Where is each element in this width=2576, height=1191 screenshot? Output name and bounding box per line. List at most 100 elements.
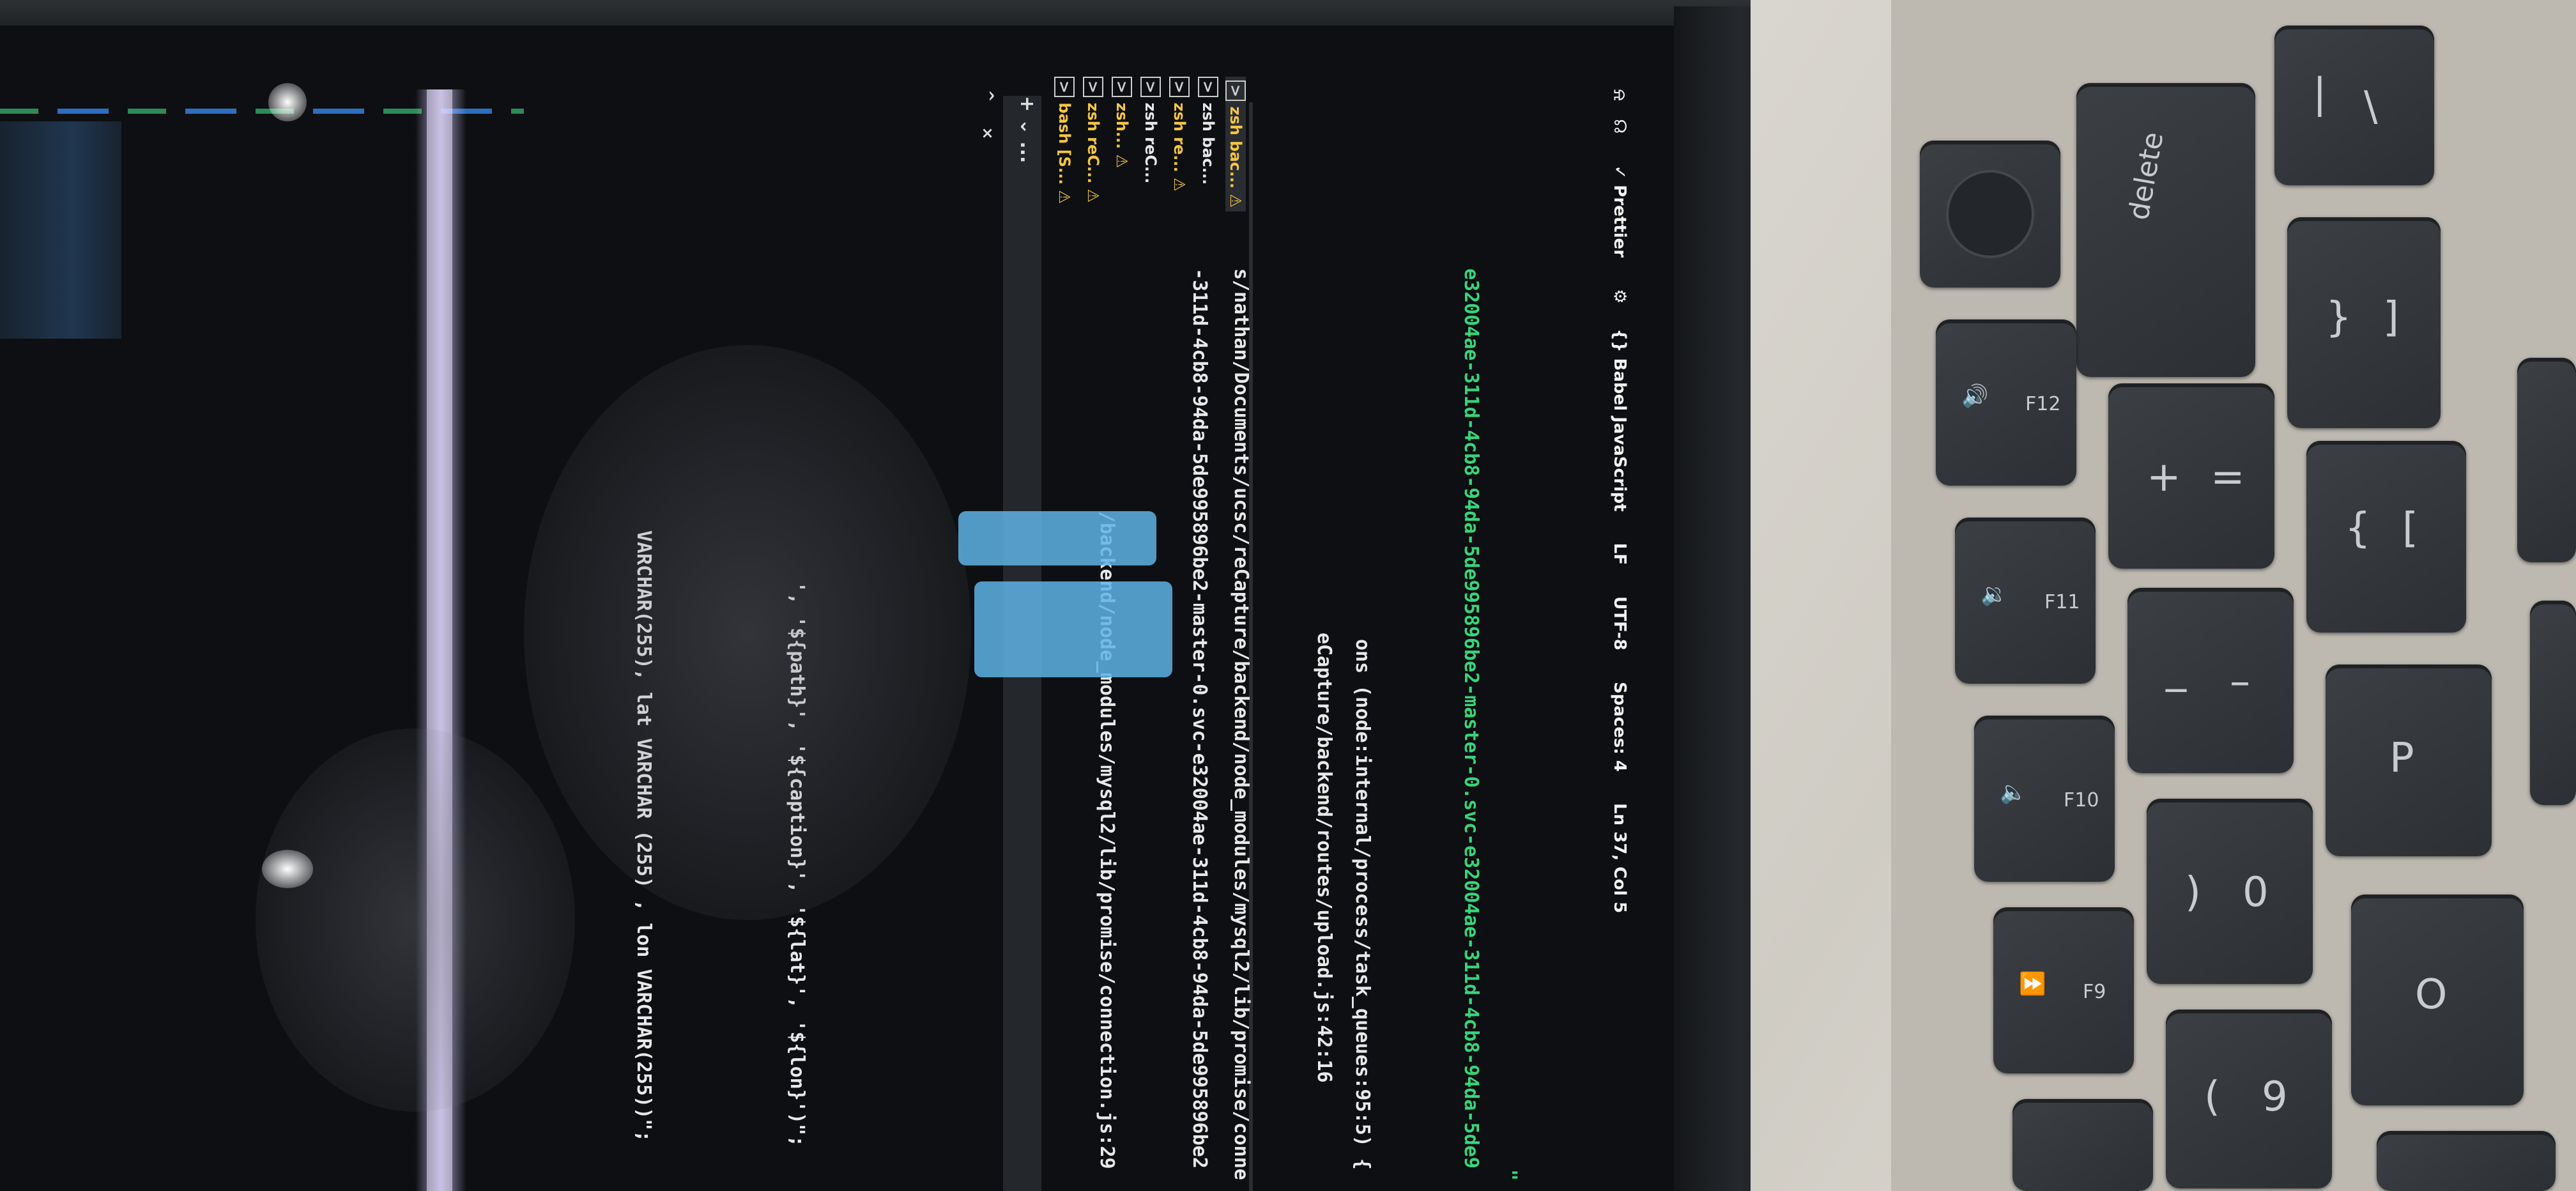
- settings-gear-icon[interactable]: ⚙: [1610, 289, 1629, 304]
- warning-icon: ⚠: [1055, 190, 1073, 204]
- terminal-line-text: ": [1498, 1169, 1521, 1181]
- light-spot: [262, 850, 313, 888]
- feedback-icon[interactable]: ☊: [1610, 119, 1629, 134]
- status-position[interactable]: Ln 37, Col 5: [1610, 803, 1629, 913]
- zero-top: ): [2185, 869, 2201, 916]
- status-spaces[interactable]: Spaces: 4: [1610, 682, 1629, 772]
- terminal-line-text: eCapture/backend/routes/upload.js:42:16: [1313, 633, 1335, 1083]
- bracket-open-key[interactable]: { [: [2306, 441, 2466, 633]
- nine-bottom: 9: [2262, 1073, 2288, 1121]
- minus-top: _: [2166, 645, 2186, 693]
- terminal-line-text: -311d-4cb8-94da-5de995896be2-master-0.sv…: [1188, 268, 1211, 1169]
- f11-label: F11: [2044, 591, 2080, 613]
- terminal-tab-active[interactable]: > zsh bac... ⚠: [1225, 77, 1246, 211]
- terminal-line: s/nathan/Documents/ucsc/reCapture/backen…: [1230, 268, 1252, 1180]
- bell-icon[interactable]: ⍾: [1610, 89, 1629, 100]
- terminal-line: ": [1498, 1169, 1521, 1181]
- status-eol[interactable]: LF: [1610, 543, 1629, 565]
- brace-open-top: {: [2345, 505, 2371, 552]
- warning-icon: ⚠: [1084, 188, 1102, 203]
- terminal-icon: >: [1140, 77, 1161, 98]
- minus-bottom: –: [2230, 658, 2250, 705]
- terminal-line-text: e32004ae-311d-4cb8-94da-5de995896be2-mas…: [1460, 268, 1482, 1169]
- status-bar: ⍾ ☊ ✓ Prettier ⚙ {} Babel JavaScript LF …: [1609, 89, 1629, 913]
- terminal-icon: >: [1083, 77, 1103, 98]
- new-terminal-plus-icon[interactable]: +: [1016, 96, 1038, 112]
- f12-key[interactable]: 🔊 F12: [1936, 319, 2076, 486]
- terminal-tab-label: zsh reC...: [1084, 102, 1102, 184]
- backslash-key[interactable]: | \: [2274, 26, 2434, 185]
- window-reflection: [974, 581, 1172, 677]
- backslash-key-bottom: \: [2364, 83, 2378, 130]
- f12-label: F12: [2025, 393, 2061, 415]
- zero-key[interactable]: ) 0: [2147, 799, 2313, 984]
- i-key[interactable]: [2377, 1131, 2556, 1191]
- chevron-down-icon[interactable]: ⌄: [1016, 119, 1038, 135]
- f9-label: F9: [2083, 981, 2106, 1003]
- terminal-icon: >: [1169, 77, 1190, 98]
- terminal-tab-label: zsh bac...: [1227, 106, 1245, 189]
- terminal-icon: >: [1054, 77, 1075, 98]
- zero-bottom: 0: [2242, 869, 2269, 916]
- terminal-tab-label: zsh reC...: [1142, 102, 1160, 184]
- mute-icon: 🔈: [2000, 780, 2027, 805]
- terminal-line: e32004ae-311d-4cb8-94da-5de995896be2-mas…: [1460, 268, 1482, 1169]
- brace-close-bottom: ]: [2383, 294, 2399, 341]
- collapse-caret-icon[interactable]: ^: [979, 89, 997, 102]
- terminal-tab[interactable]: > zsh re... ⚠: [1169, 77, 1190, 192]
- o-key-label: O: [2415, 971, 2448, 1018]
- status-language[interactable]: {} Babel JavaScript: [1610, 328, 1629, 511]
- terminal-tab[interactable]: > zsh bac...: [1198, 77, 1218, 185]
- status-prettier[interactable]: ✓ Prettier: [1610, 165, 1629, 257]
- status-encoding[interactable]: UTF-8: [1610, 596, 1629, 650]
- p-key[interactable]: P: [2326, 665, 2492, 856]
- terminal-icon: >: [1112, 77, 1132, 98]
- terminal-actions: + ⌄ ...: [1016, 96, 1038, 163]
- terminal-icon: >: [1198, 77, 1218, 98]
- f8-key[interactable]: [2012, 1099, 2153, 1191]
- terminal-line: eCapture/backend/routes/upload.js:42:16: [1313, 633, 1335, 1082]
- terminal-line: ons (node:internal/process/task_queues:9…: [1351, 639, 1374, 1170]
- o-key[interactable]: O: [2351, 895, 2524, 1105]
- terminal-line-text: ons (node:internal/process/task_queues:9…: [1351, 639, 1374, 1170]
- right-edge-key[interactable]: [2517, 358, 2576, 562]
- f9-key[interactable]: ⏩ F9: [1993, 907, 2134, 1073]
- warning-icon: ⚠: [1113, 154, 1131, 169]
- terminal-tab-label: zsh re...: [1170, 102, 1188, 173]
- brace-close-top: }: [2326, 294, 2352, 341]
- plus-top: +: [2147, 454, 2181, 501]
- terminal-tab[interactable]: > zsh reC...: [1140, 77, 1161, 184]
- f10-key[interactable]: 🔈 F10: [1974, 716, 2115, 882]
- terminal-controls: ^ ×: [979, 89, 997, 140]
- nine-top: (: [2204, 1073, 2220, 1121]
- warning-icon: ⚠: [1170, 178, 1188, 192]
- f11-key[interactable]: 🔉 F11: [1955, 518, 2096, 684]
- terminal-tab-label: zsh bac...: [1199, 102, 1217, 185]
- volume-down-icon: 🔉: [1981, 581, 2008, 607]
- right-edge-key[interactable]: [2530, 601, 2576, 805]
- touch-id-key[interactable]: [1920, 141, 2060, 288]
- f10-label: F10: [2064, 789, 2099, 811]
- fast-forward-icon: ⏩: [2019, 971, 2046, 997]
- minimap: [0, 121, 121, 339]
- nine-key[interactable]: ( 9: [2166, 1010, 2332, 1188]
- screen-smudge: [256, 728, 575, 1112]
- bracket-close-key[interactable]: } ]: [2287, 217, 2441, 428]
- equals-key[interactable]: + =: [2108, 383, 2274, 569]
- terminal-tab[interactable]: > zsh reC... ⚠: [1083, 77, 1103, 203]
- terminal-icon: >: [1225, 81, 1246, 102]
- warning-icon: ⚠: [1227, 194, 1245, 208]
- screen-smudge: [524, 345, 971, 920]
- window-reflection: [958, 511, 1156, 565]
- backslash-key-top: |: [2313, 70, 2327, 118]
- terminal-tab[interactable]: > bash [S... ⚠: [1054, 77, 1075, 204]
- more-icon[interactable]: ...: [1016, 141, 1038, 163]
- delete-key[interactable]: delete: [2076, 83, 2255, 377]
- terminal-tab[interactable]: > zsh... ⚠: [1112, 77, 1132, 169]
- light-spot: [268, 83, 307, 121]
- volume-up-icon: 🔊: [1961, 383, 1989, 409]
- minus-key[interactable]: _ –: [2128, 588, 2294, 773]
- terminal-tab-label: bash [S...: [1055, 102, 1073, 185]
- close-icon[interactable]: ×: [979, 127, 997, 139]
- plus-bottom: =: [2211, 454, 2245, 501]
